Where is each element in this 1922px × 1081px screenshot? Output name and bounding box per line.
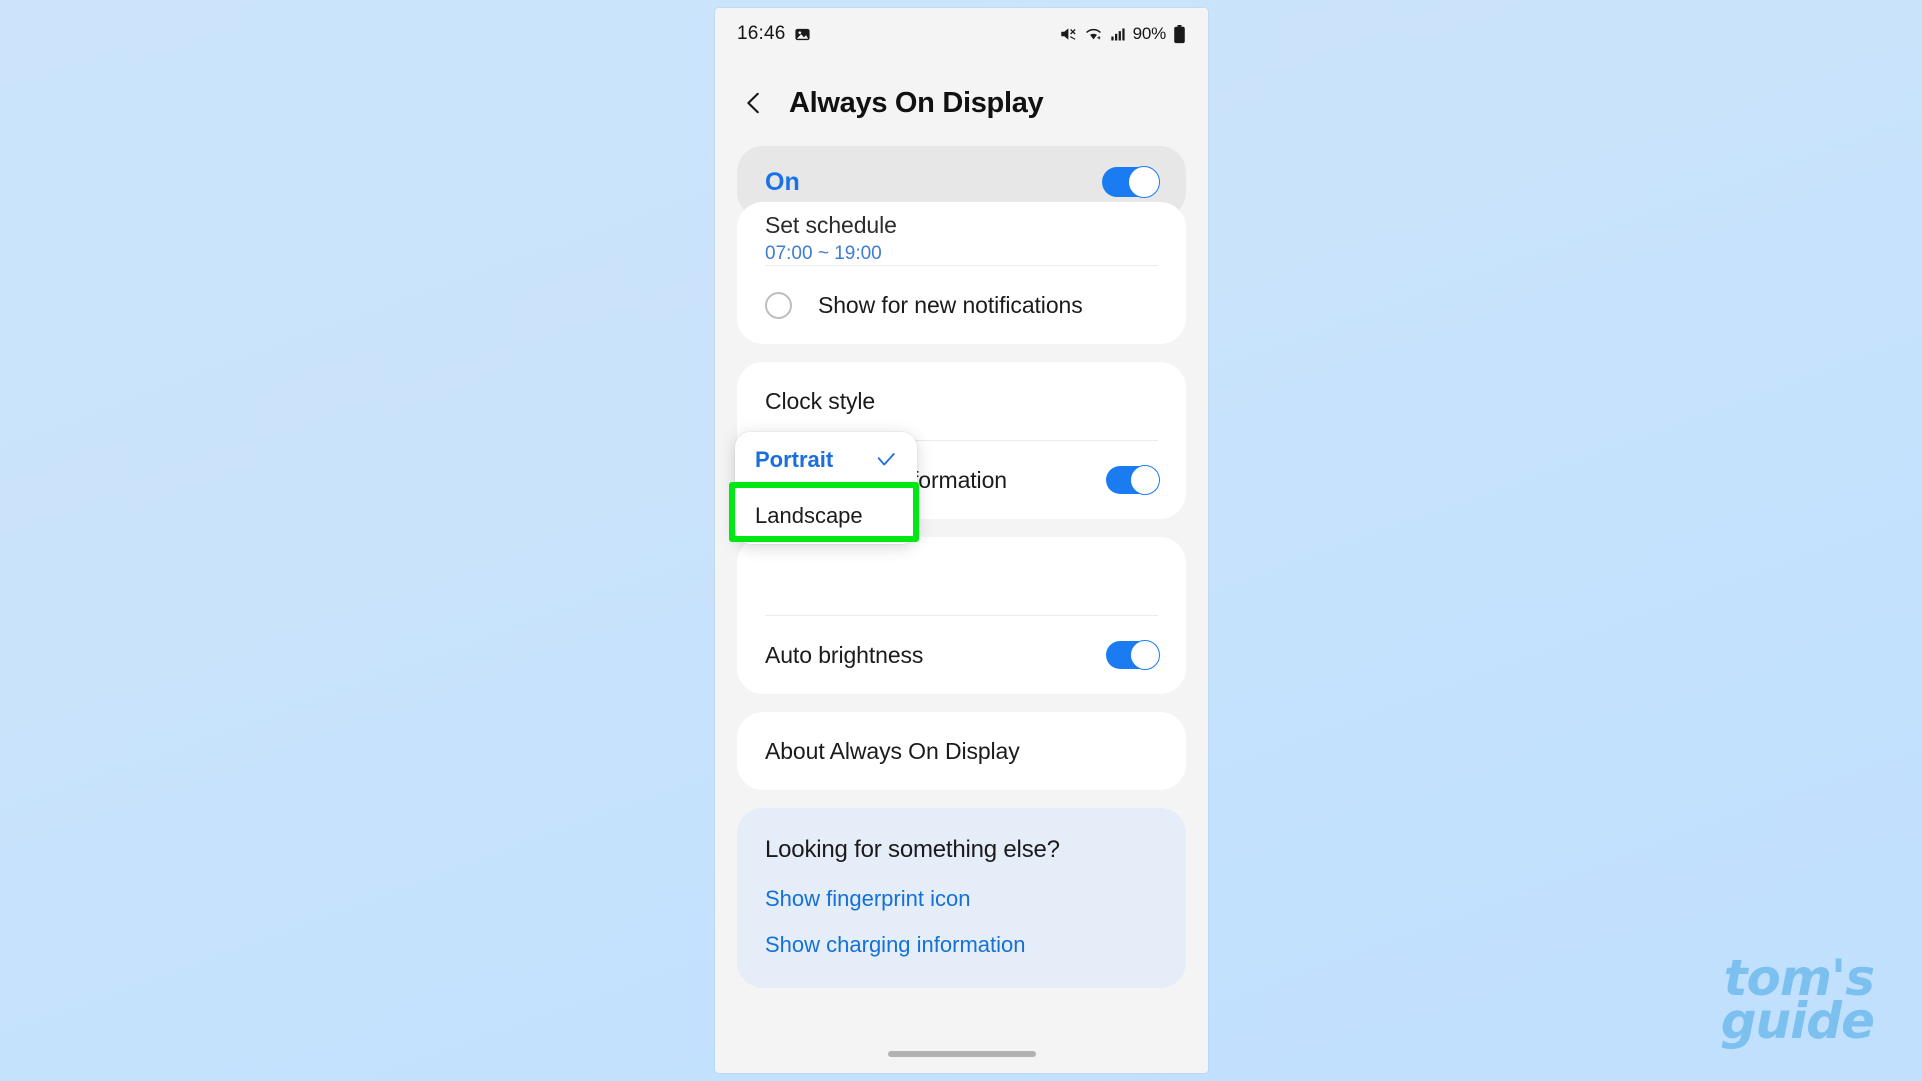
dropdown-option-landscape[interactable]: Landscape — [735, 488, 917, 544]
help-card: Looking for something else? Show fingerp… — [737, 808, 1186, 988]
check-icon — [875, 449, 897, 471]
status-bar: 16:46 90% — [715, 8, 1208, 60]
back-chevron-icon[interactable] — [741, 90, 767, 116]
phone-screen: 16:46 90% Always On Display On Set sched… — [715, 8, 1208, 1073]
auto-brightness-label: Auto brightness — [765, 641, 924, 668]
battery-percentage: 90% — [1132, 24, 1167, 43]
dropdown-option-portrait[interactable]: Portrait — [735, 432, 917, 488]
toms-guide-watermark: tom's guide — [1720, 953, 1875, 1050]
auto-brightness-switch[interactable] — [1106, 640, 1160, 670]
watermark-line-2: guide — [1720, 992, 1875, 1050]
show-for-new-notifications-label: Show for new notifications — [818, 291, 1083, 318]
schedule-card: Set schedule 07:00 ~ 19:00 Show for new … — [737, 202, 1186, 344]
status-bar-right: 90% — [1059, 24, 1186, 44]
set-schedule-value: 07:00 ~ 19:00 — [765, 243, 882, 264]
radio-button-icon[interactable] — [765, 291, 792, 319]
set-schedule-row[interactable]: Set schedule 07:00 ~ 19:00 — [737, 202, 1186, 265]
help-link-show-charging-information[interactable]: Show charging information — [765, 932, 1158, 958]
toggle-knob — [1128, 166, 1160, 198]
help-link-show-fingerprint-icon[interactable]: Show fingerprint icon — [765, 886, 1158, 912]
screen-orientation-dropdown[interactable]: Portrait Landscape — [729, 432, 919, 544]
home-indicator-area — [715, 1035, 1208, 1073]
status-bar-clock: 16:46 — [737, 23, 786, 44]
image-icon — [794, 26, 811, 43]
dropdown-option-landscape-label: Landscape — [755, 503, 863, 528]
clock-style-row[interactable]: Clock style — [737, 362, 1186, 440]
status-bar-left: 16:46 — [737, 23, 811, 45]
help-card-title: Looking for something else? — [765, 836, 1060, 863]
dropdown-option-portrait-label: Portrait — [755, 447, 834, 472]
page-title: Always On Display — [789, 86, 1044, 119]
show-music-information-switch[interactable] — [1106, 465, 1160, 495]
page-header: Always On Display — [715, 60, 1208, 146]
display-card: Screen orientation Auto brightness — [737, 537, 1186, 694]
screen-orientation-row[interactable]: Screen orientation — [737, 537, 1186, 615]
show-for-new-notifications-row[interactable]: Show for new notifications — [737, 266, 1186, 344]
set-schedule-label: Set schedule — [765, 212, 897, 238]
master-toggle-switch[interactable] — [1102, 166, 1160, 198]
auto-brightness-row[interactable]: Auto brightness — [737, 616, 1186, 694]
about-always-on-display-row[interactable]: About Always On Display — [737, 712, 1186, 790]
master-toggle-label: On — [765, 167, 800, 196]
home-indicator-bar[interactable] — [887, 1051, 1036, 1057]
wifi-icon — [1084, 25, 1103, 43]
set-schedule-text: Set schedule 07:00 ~ 19:00 — [765, 212, 897, 265]
mute-icon — [1059, 25, 1077, 43]
about-card: About Always On Display — [737, 712, 1186, 790]
settings-scroll-area[interactable]: On Set schedule 07:00 ~ 19:00 Show for n… — [715, 146, 1208, 1035]
clock-style-label: Clock style — [765, 387, 876, 414]
toggle-knob — [1130, 640, 1160, 670]
battery-icon — [1173, 24, 1186, 44]
signal-icon — [1110, 26, 1126, 43]
toggle-knob — [1130, 465, 1160, 495]
about-always-on-display-label: About Always On Display — [765, 737, 1020, 764]
